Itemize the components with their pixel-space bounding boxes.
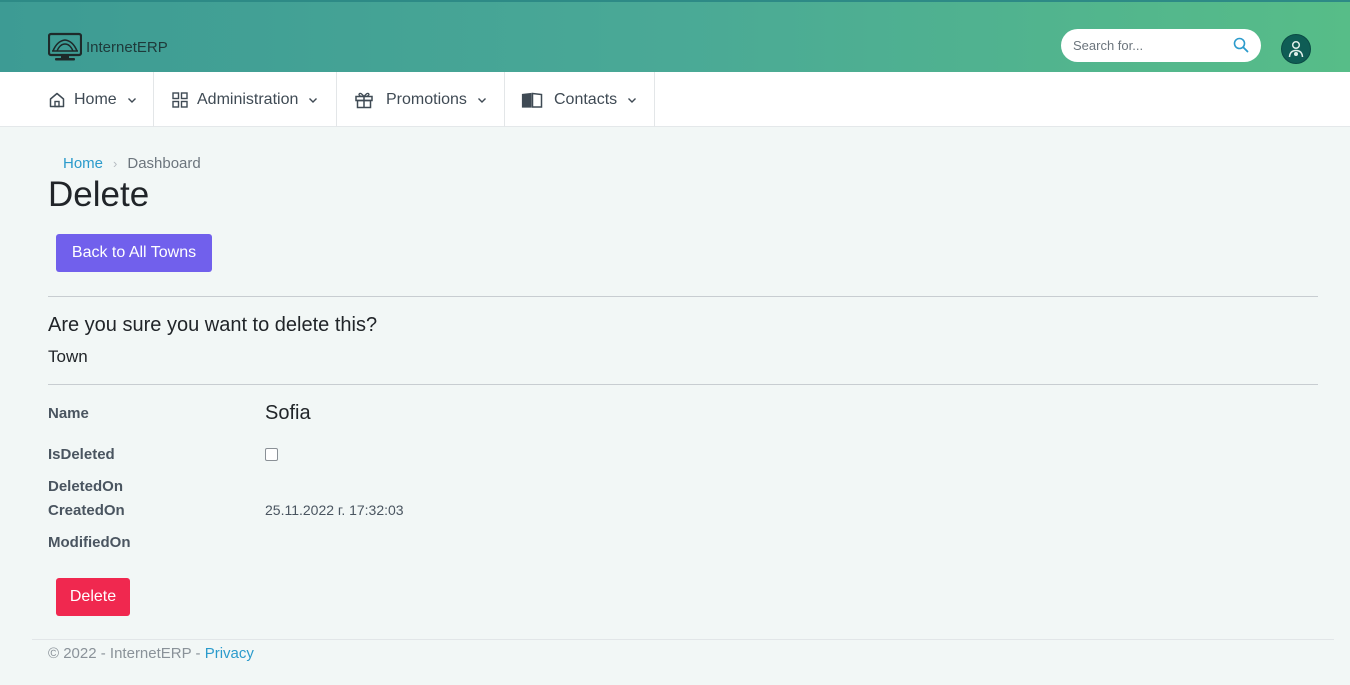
entity-name: Town: [48, 347, 88, 366]
deleted-on-label: DeletedOn: [48, 478, 124, 495]
chevron-down-icon: [628, 97, 637, 103]
grid-icon: [172, 91, 188, 108]
confirm-question: Are you sure you want to delete this?: [48, 314, 378, 336]
footer-divider: [32, 639, 1334, 640]
search-icon[interactable]: [1233, 37, 1249, 53]
book-icon: [521, 92, 543, 108]
delete-button[interactable]: Delete: [56, 578, 130, 616]
back-to-all-towns-button[interactable]: Back to All Towns: [56, 234, 212, 272]
footer-copyright: © 2022 - InternetERP -: [48, 645, 205, 662]
search-box: [1061, 29, 1261, 62]
privacy-link[interactable]: Privacy: [205, 645, 254, 662]
name-label: Name: [48, 405, 89, 422]
user-avatar[interactable]: [1281, 34, 1311, 64]
brand[interactable]: InternetERP: [48, 32, 168, 62]
nav-item-label: Administration: [197, 90, 299, 108]
gift-icon: [355, 92, 373, 108]
breadcrumb-home-link[interactable]: Home: [63, 155, 103, 172]
created-on-value: 25.11.2022 г. 17:32:03: [265, 502, 404, 518]
monitor-logo-icon: [48, 32, 82, 61]
brand-name: InternetERP: [86, 38, 168, 56]
search-input[interactable]: [1073, 38, 1223, 53]
chevron-down-icon: [309, 97, 318, 103]
main-nav: Home Administration Promotions Contacts: [0, 72, 1350, 127]
nav-item-label: Promotions: [386, 90, 467, 108]
created-on-label: CreatedOn: [48, 502, 125, 519]
divider: [48, 384, 1318, 385]
nav-item-promotions[interactable]: Promotions: [337, 72, 505, 127]
top-header: InternetERP: [0, 0, 1350, 72]
nav-item-home[interactable]: Home: [48, 72, 154, 127]
divider: [48, 296, 1318, 297]
chevron-down-icon: [477, 97, 486, 103]
home-icon: [49, 92, 65, 107]
is-deleted-checkbox: [265, 448, 278, 461]
user-icon: [1288, 40, 1304, 58]
nav-item-administration[interactable]: Administration: [154, 72, 337, 127]
nav-item-label: Contacts: [554, 90, 618, 108]
footer: © 2022 - InternetERP - Privacy: [48, 645, 254, 662]
breadcrumb: Home › Dashboard: [63, 155, 201, 172]
is-deleted-label: IsDeleted: [48, 446, 115, 463]
breadcrumb-current: Dashboard: [127, 155, 201, 172]
breadcrumb-separator: ›: [113, 156, 118, 171]
modified-on-label: ModifiedOn: [48, 534, 131, 551]
chevron-down-icon: [127, 97, 136, 103]
name-value: Sofia: [265, 402, 311, 424]
nav-item-contacts[interactable]: Contacts: [505, 72, 655, 127]
page-title: Delete: [48, 175, 150, 214]
nav-item-label: Home: [74, 90, 117, 108]
